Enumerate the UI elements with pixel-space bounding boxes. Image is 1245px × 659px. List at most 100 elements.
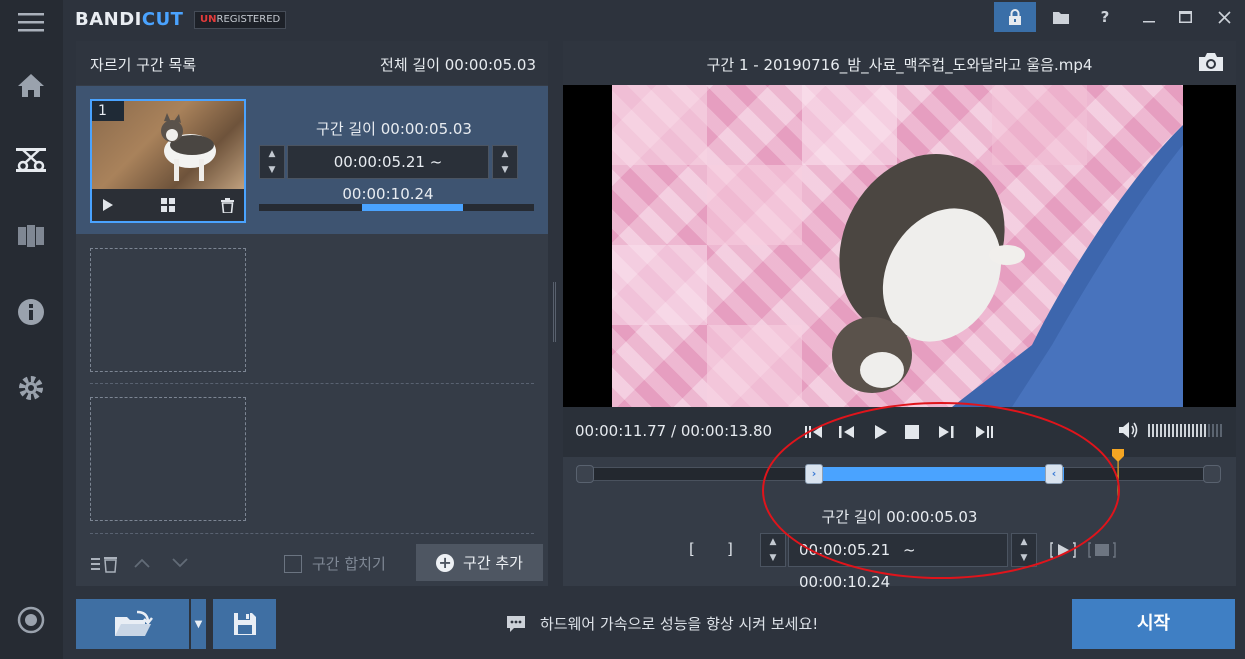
play-icon <box>875 425 887 439</box>
clear-list-icon[interactable] <box>91 555 119 573</box>
start-spinner[interactable]: ▲ ▼ <box>259 145 285 179</box>
maximize-button[interactable] <box>1164 2 1206 32</box>
set-end-button[interactable]: ] <box>727 540 733 558</box>
settings-icon[interactable] <box>13 370 49 406</box>
volume-level-bar <box>1164 424 1166 437</box>
segment-list-title: 자르기 구간 목록 <box>90 56 197 74</box>
camera-icon[interactable] <box>1198 52 1224 72</box>
open-folder-icon <box>114 610 153 636</box>
segment-progress-fill <box>362 204 464 211</box>
add-segment-button[interactable]: + 구간 추가 <box>416 544 543 581</box>
segment-thumbnail[interactable]: 1 <box>90 99 246 223</box>
next-segment-button[interactable] <box>971 419 997 445</box>
stop-icon <box>905 425 919 439</box>
volume-level-bar <box>1156 424 1158 437</box>
chevron-up-icon[interactable]: ▲ <box>502 149 509 159</box>
merge-segments-option[interactable]: 구간 합치기 <box>284 553 386 574</box>
record-icon[interactable] <box>13 602 49 638</box>
prev-segment-button[interactable] <box>801 419 827 445</box>
volume-level-bar <box>1196 424 1198 437</box>
close-button[interactable] <box>1203 2 1245 32</box>
stop-button[interactable] <box>899 419 925 445</box>
volume-level-bar <box>1168 424 1170 437</box>
segment-list-header: 자르기 구간 목록 전체 길이 00:00:05.03 <box>76 41 548 85</box>
play-selection-icon[interactable] <box>1050 542 1076 558</box>
menu-icon[interactable] <box>13 4 49 40</box>
video-area[interactable] <box>563 85 1236 407</box>
volume-level-bar <box>1176 424 1178 437</box>
play-icon[interactable] <box>102 198 114 212</box>
move-down-icon[interactable] <box>172 558 188 568</box>
segment-list-panel: 자르기 구간 목록 전체 길이 00:00:05.03 1 구간 길이 00:0… <box>76 41 548 586</box>
home-icon[interactable] <box>13 67 49 103</box>
total-length: 전체 길이 00:00:05.03 <box>380 56 536 74</box>
segment-range-field[interactable]: 00:00:05.21 ~ 00:00:10.24 <box>287 145 489 203</box>
next-frame-button[interactable] <box>933 419 959 445</box>
merge-checkbox[interactable] <box>284 554 302 573</box>
range-end-spinner[interactable]: ▲ ▼ <box>1011 533 1037 567</box>
set-start-button[interactable]: [ <box>689 540 695 558</box>
chevron-down-icon[interactable]: ▼ <box>269 165 276 175</box>
selection-start-handle[interactable]: › <box>805 464 823 484</box>
folder-button[interactable] <box>1040 2 1082 32</box>
timeline-start-cap <box>576 465 594 483</box>
panel-splitter[interactable] <box>553 282 556 342</box>
skip-forward-icon <box>976 426 993 438</box>
help-button[interactable]: ? <box>1084 2 1126 32</box>
close-icon <box>1217 10 1231 24</box>
chevron-down-icon[interactable]: ▼ <box>1021 553 1028 563</box>
timeline-end-cap <box>1203 465 1221 483</box>
volume-icon[interactable] <box>1118 421 1140 439</box>
chevron-down-icon[interactable]: ▼ <box>770 553 777 563</box>
merge-label: 구간 합치기 <box>312 555 386 573</box>
empty-slot <box>90 397 246 521</box>
segment-item[interactable]: 1 구간 길이 00:00:05.03 ▲ ▼ 00:00:05.21 ~ 00:… <box>76 86 548 234</box>
timeline-selection[interactable] <box>805 467 1064 481</box>
segment-number: 1 <box>92 101 124 121</box>
unregistered-badge[interactable]: UNREGISTERED <box>194 11 287 29</box>
preview-title: 구간 1 - 20190716_밤_사료_맥주컵_도와달라고 울음.mp4 <box>706 56 1093 74</box>
open-dropdown-button[interactable]: ▼ <box>191 599 206 649</box>
video-frame <box>612 85 1183 407</box>
start-button[interactable]: 시작 <box>1072 599 1235 649</box>
playback-controls: 00:00:11.77 / 00:00:13.80 <box>563 407 1236 457</box>
open-file-button[interactable] <box>76 599 189 649</box>
trash-icon[interactable] <box>221 197 234 213</box>
app-logo: BANDICUT <box>75 9 184 30</box>
chat-icon <box>507 615 525 632</box>
help-icon: ? <box>1100 8 1110 26</box>
end-spinner[interactable]: ▲ ▼ <box>492 145 518 179</box>
minimize-icon <box>1143 21 1155 23</box>
lock-button[interactable] <box>994 2 1036 32</box>
grid-icon[interactable] <box>160 198 175 212</box>
cut-icon[interactable] <box>13 142 49 178</box>
range-start-value[interactable]: 00:00:05.21 <box>799 541 890 559</box>
hardware-acceleration-hint[interactable]: 하드웨어 가속으로 성능을 향상 시켜 보세요! <box>506 613 818 634</box>
slot-divider <box>90 533 534 534</box>
preview-header: 구간 1 - 20190716_밤_사료_맥주컵_도와달라고 울음.mp4 <box>563 41 1236 85</box>
move-up-icon[interactable] <box>134 558 150 568</box>
volume-slider[interactable] <box>1148 424 1224 437</box>
volume-level-bar <box>1148 424 1150 437</box>
playhead[interactable] <box>1112 449 1124 497</box>
title-bar: BANDICUT UNREGISTERED ? <box>63 0 1245 38</box>
segment-progress <box>259 204 534 211</box>
volume-level-bar <box>1188 424 1190 437</box>
range-field[interactable]: 00:00:05.21 ~ 00:00:10.24 <box>788 533 1008 591</box>
range-start-spinner[interactable]: ▲ ▼ <box>760 533 786 567</box>
chevron-up-icon[interactable]: ▲ <box>1021 537 1028 547</box>
join-icon[interactable] <box>13 218 49 254</box>
play-button[interactable] <box>868 419 894 445</box>
chevron-up-icon[interactable]: ▲ <box>770 537 777 547</box>
step-forward-icon <box>939 426 954 438</box>
chevron-down-icon[interactable]: ▼ <box>502 165 509 175</box>
info-icon[interactable] <box>13 294 49 330</box>
range-end-value[interactable]: 00:00:10.24 <box>799 573 890 591</box>
prev-frame-button[interactable] <box>834 419 860 445</box>
chevron-up-icon[interactable]: ▲ <box>269 149 276 159</box>
hint-text: 하드웨어 가속으로 성능을 향상 시켜 보세요! <box>540 615 819 633</box>
volume-level-bar <box>1212 424 1214 437</box>
save-button[interactable] <box>213 599 276 649</box>
selection-end-handle[interactable]: ‹ <box>1045 464 1063 484</box>
stop-selection-icon[interactable] <box>1088 542 1116 558</box>
